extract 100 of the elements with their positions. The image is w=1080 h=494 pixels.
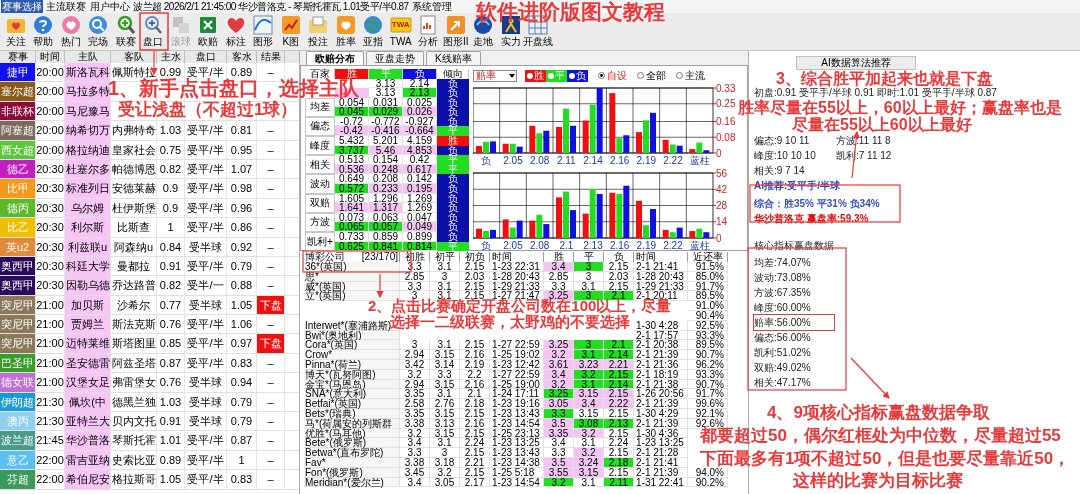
table-cell: 希伯尼安 bbox=[65, 470, 111, 489]
radio-button[interactable]: 自设 bbox=[598, 68, 627, 83]
axis-label: 2.05 bbox=[503, 240, 523, 251]
table-cell: 5.432 bbox=[335, 136, 369, 146]
menu-item[interactable]: 赛事选择 bbox=[1, 0, 43, 13]
menu-item[interactable]: 用户中心 bbox=[89, 0, 131, 13]
table-cell: 受平/半 bbox=[185, 218, 227, 237]
column-header[interactable]: 结果 bbox=[257, 51, 285, 63]
column-header[interactable]: 客队 bbox=[111, 51, 157, 63]
tab[interactable]: 欧赔分布 bbox=[306, 51, 364, 65]
globe-icon bbox=[362, 14, 385, 36]
row-header[interactable]: Crow* bbox=[304, 350, 400, 360]
table-cell: 3.3 bbox=[400, 262, 430, 272]
table-cell: 阿森纳u bbox=[111, 237, 157, 256]
league-tag: 波兰超 bbox=[0, 431, 36, 450]
row-header[interactable]: Bete*(俄罗斯) bbox=[304, 438, 400, 449]
annotation-text: 受让浅盘（不超过1球） bbox=[118, 101, 298, 118]
arrow bbox=[850, 357, 890, 399]
row-header[interactable]: Bets*(瑞典) bbox=[304, 408, 400, 419]
toolbar-button[interactable]: 投注 bbox=[304, 13, 332, 50]
toolbar-button[interactable]: K图 bbox=[277, 13, 305, 50]
league-tag: 捷甲 bbox=[0, 63, 36, 82]
table-cell: 3.05 bbox=[430, 477, 460, 488]
table-cell: 2-1 21:39 bbox=[634, 399, 688, 409]
table-cell: 93.3% bbox=[688, 369, 728, 380]
column-header[interactable]: 初平 bbox=[430, 252, 460, 262]
column-header[interactable]: 博彩公司 bbox=[305, 252, 345, 262]
row-header[interactable]: Betfai*(英国) bbox=[304, 399, 400, 409]
metric-text: 赔率:56.00% bbox=[754, 315, 834, 330]
toolbar-button[interactable]: 完场 bbox=[84, 13, 112, 50]
radio-button[interactable]: 全部 bbox=[637, 68, 666, 83]
toolbar-button[interactable]: 帮助 bbox=[29, 13, 57, 50]
row-header[interactable]: 36*(英国) bbox=[304, 262, 400, 272]
trend-cell: 平 bbox=[437, 155, 469, 165]
toolbar-button[interactable]: 分析 bbox=[414, 13, 442, 50]
recommend-button[interactable]: AI数据算法推荐 bbox=[796, 56, 916, 70]
radio-icon bbox=[598, 72, 605, 79]
annotation-text: 尽量在55以上60以上最好 bbox=[792, 117, 972, 133]
table-cell: – bbox=[257, 392, 285, 412]
table-cell: 斯塔图里 bbox=[111, 334, 157, 353]
dropdown[interactable]: 赔率 bbox=[473, 69, 517, 82]
column-header[interactable]: 初胜 bbox=[400, 252, 430, 262]
column-header[interactable]: 时间 bbox=[490, 252, 544, 262]
row-header[interactable]: Fav* bbox=[304, 457, 400, 468]
column-header[interactable]: 主水 bbox=[157, 51, 185, 63]
table-cell: 1.01 bbox=[157, 431, 185, 450]
column-header: 倾向 bbox=[437, 69, 469, 79]
tab[interactable]: K线赔率 bbox=[426, 51, 481, 65]
radio-button[interactable]: 主流 bbox=[676, 68, 705, 83]
menu-item[interactable]: 主流联赛 bbox=[45, 0, 87, 13]
table-cell: 3.15 bbox=[430, 350, 460, 360]
table-cell: 贾姆兰 bbox=[65, 315, 111, 334]
table-cell: 91.0% bbox=[688, 301, 728, 311]
table-cell: – bbox=[257, 218, 285, 237]
trend-cell: 负 bbox=[437, 88, 469, 98]
toolbar-button[interactable]: 欧赔 bbox=[194, 13, 222, 50]
toolbar-button[interactable]: TWA TWA bbox=[387, 13, 415, 50]
toolbar-button[interactable]: 胜率 bbox=[332, 13, 360, 50]
metric-text: 峰度:10 10 10 bbox=[754, 149, 817, 163]
row-header[interactable]: 思* bbox=[304, 271, 400, 282]
league-tag: 突尼甲 bbox=[0, 334, 36, 353]
axis-tick-label: 28 bbox=[716, 200, 728, 211]
row-header[interactable]: 马*(荷属安的列斯群 bbox=[304, 418, 400, 429]
table-cell: 2.15 bbox=[604, 428, 634, 439]
menu-item[interactable]: 系统管理 bbox=[410, 0, 453, 13]
toolbar-button[interactable]: 热门 bbox=[57, 13, 85, 50]
row-header[interactable]: Fon*(俄罗斯) bbox=[304, 467, 400, 478]
toolbar-button[interactable]: 关注 bbox=[2, 13, 30, 50]
column-header[interactable]: 客水 bbox=[227, 51, 257, 63]
table-cell: 1-23 13:43 bbox=[490, 448, 544, 458]
tab[interactable]: 亚盘走势 bbox=[366, 51, 424, 65]
table-cell: 0.95 bbox=[227, 140, 257, 159]
row-header[interactable]: Pinna*(荷兰) bbox=[304, 359, 400, 370]
table-cell: 3.35 bbox=[544, 428, 574, 439]
circle-icon bbox=[527, 72, 533, 79]
toolbar-button[interactable]: 标注 bbox=[222, 13, 250, 50]
table-cell: 0.96 bbox=[227, 198, 257, 218]
column-header[interactable]: 初负 bbox=[460, 252, 490, 262]
column-header[interactable]: 近还率 bbox=[688, 252, 728, 262]
table-cell: – bbox=[257, 450, 285, 470]
row-header[interactable]: Betwa*(直布罗陀) bbox=[304, 448, 400, 458]
table-cell: 93.3% bbox=[688, 330, 728, 341]
row-header[interactable]: Meridian*(爱尔兰) bbox=[304, 477, 400, 488]
annotation-text: 下面最多有1项不超过50，但是也要尽量靠近50， bbox=[700, 450, 1071, 467]
row-header[interactable]: 博天*(瓦努阿图) bbox=[304, 369, 400, 380]
table-cell: 2-1 17:57 bbox=[634, 330, 688, 341]
table-cell: 受半球 bbox=[185, 295, 227, 315]
toolbar-button[interactable]: 图形 bbox=[249, 13, 277, 50]
column-header[interactable]: 盘口 bbox=[185, 51, 227, 63]
table-cell: 3.35 bbox=[400, 408, 430, 419]
column-header[interactable]: 负 bbox=[604, 252, 634, 262]
table-cell: 0.92 bbox=[227, 237, 257, 256]
search-icon bbox=[87, 14, 110, 36]
column-header[interactable]: 时间 bbox=[634, 252, 688, 262]
toolbar-button[interactable]: 亚指 bbox=[359, 13, 387, 50]
toolbar-button[interactable]: 盘口 bbox=[139, 13, 167, 50]
table-cell: 2.14 bbox=[604, 379, 634, 390]
table-cell: 利尔斯 bbox=[65, 218, 111, 237]
toolbar-button[interactable]: 图形II bbox=[442, 13, 470, 50]
toolbar-button[interactable]: 联赛 bbox=[112, 13, 140, 50]
